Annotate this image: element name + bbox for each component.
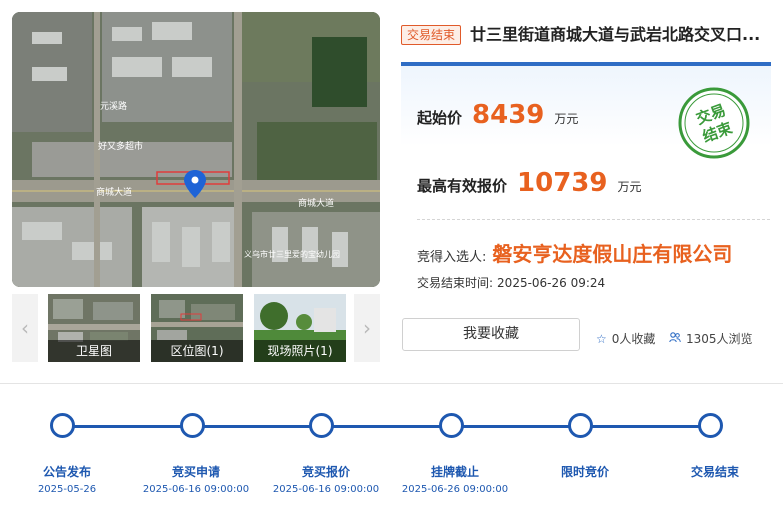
svg-text:商城大道: 商城大道	[96, 186, 132, 198]
views-text: 1305人浏览	[686, 332, 753, 346]
thumb-caption: 现场照片(1)	[254, 340, 346, 362]
timeline-node	[309, 413, 334, 438]
end-time-label: 交易结束时间:	[417, 276, 494, 290]
timeline-date: 2025-06-16 09:00:00	[142, 484, 250, 495]
timeline-label: 交易结束	[690, 465, 739, 479]
favorites-text: 0人收藏	[611, 332, 656, 346]
thumb-caption: 区位图(1)	[151, 340, 243, 362]
section-divider	[0, 383, 783, 384]
users-icon	[669, 331, 681, 346]
thumb-photo[interactable]: 现场照片(1)	[254, 294, 346, 362]
chevron-left-icon: ‹	[21, 316, 29, 340]
timeline-track	[63, 425, 711, 428]
chevron-right-icon: ›	[363, 316, 371, 340]
satellite-map[interactable]: 元溪路 好又多超市 商城大道 商城大道 义乌市廿三里爱的宝幼儿园	[12, 12, 380, 287]
status-badge: 交易结束	[401, 25, 462, 45]
map-image: 元溪路 好又多超市 商城大道 商城大道 义乌市廿三里爱的宝幼儿园	[12, 12, 380, 287]
thumb-next-button[interactable]: ›	[354, 294, 380, 362]
timeline-node	[698, 413, 723, 438]
end-time-value: 2025-06-26 09:24	[497, 276, 606, 290]
star-icon: ☆	[596, 331, 607, 346]
timeline-date: 2025-05-26	[37, 484, 97, 495]
timeline-label: 竞买申请	[171, 465, 220, 479]
timeline-node	[568, 413, 593, 438]
timeline-node	[439, 413, 464, 438]
timeline-label: 竞买报价	[301, 465, 350, 479]
timeline-node	[50, 413, 75, 438]
svg-text:好又多超市: 好又多超市	[98, 140, 143, 152]
svg-text:义乌市廿三里爱的宝幼儿园: 义乌市廿三里爱的宝幼儿园	[244, 249, 340, 259]
high-price-unit: 万元	[617, 180, 642, 194]
thumb-location[interactable]: 区位图(1)	[151, 294, 243, 362]
thumb-caption: 卫星图	[48, 340, 140, 362]
timeline-date: 2025-06-16 09:00:00	[272, 484, 380, 495]
favorites-count: ☆ 0人收藏	[596, 330, 655, 347]
start-price-label: 起始价	[417, 109, 463, 127]
timeline-label: 公告发布	[42, 465, 91, 479]
favorite-button[interactable]: 我要收藏	[402, 318, 580, 351]
timeline-date: 2025-06-26 09:00:00	[401, 484, 509, 495]
thumb-satellite[interactable]: 卫星图	[48, 294, 140, 362]
views-count: 1305人浏览	[669, 330, 753, 347]
page-title: 廿三里街道商城大道与武岩北路交叉口...	[470, 25, 761, 44]
high-price-label: 最高有效报价	[417, 177, 508, 195]
winner-value: 磐安亨达度假山庄有限公司	[492, 242, 733, 266]
start-price-row: 起始价 8439 万元	[417, 100, 578, 130]
start-price-value: 8439	[472, 100, 545, 130]
high-price-value: 10739	[517, 168, 608, 198]
high-price-row: 最高有效报价 10739 万元	[417, 168, 642, 198]
end-time: 交易结束时间: 2025-06-26 09:24	[417, 274, 605, 291]
winner-row: 竞得入选人: 磐安亨达度假山庄有限公司	[417, 238, 732, 267]
divider	[417, 219, 770, 220]
svg-text:商城大道: 商城大道	[298, 197, 334, 209]
svg-text:元溪路: 元溪路	[100, 100, 127, 112]
timeline-node	[180, 413, 205, 438]
timeline-label: 挂牌截止	[430, 465, 479, 479]
deal-ended-stamp: 交易 结束	[678, 87, 750, 159]
winner-label: 竞得入选人:	[417, 250, 487, 265]
timeline-label: 限时竞价	[560, 465, 609, 479]
start-price-unit: 万元	[554, 112, 579, 126]
thumb-prev-button[interactable]: ‹	[12, 294, 38, 362]
